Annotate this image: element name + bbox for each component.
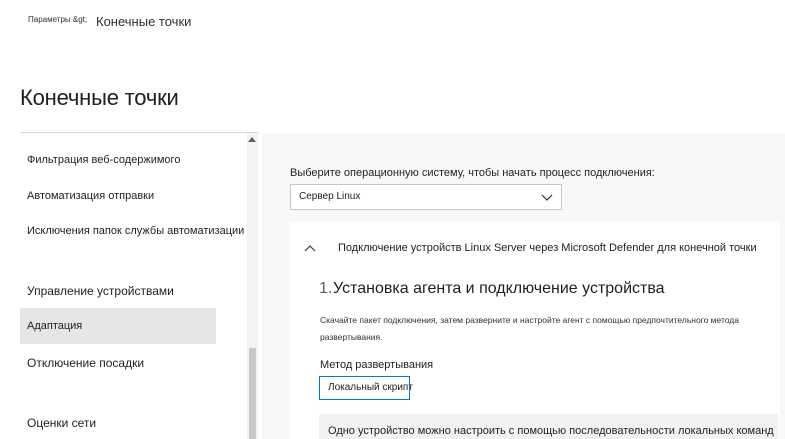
sidebar-nav: Фильтрация веб-содержимого Автоматизация… [20, 133, 258, 439]
step-number: 1. [319, 280, 333, 297]
page-title: Конечные точки [20, 85, 179, 110]
info-text: Одно устройство можно настроить с помощь… [328, 425, 774, 437]
breadcrumb-settings-link[interactable]: Параметры &gt; [28, 15, 87, 24]
sidebar-scrollbar[interactable] [247, 133, 258, 439]
sidebar-item-offboarding[interactable]: Отключение посадки [20, 356, 216, 370]
section-title[interactable]: Подключение устройств Linux Server через… [338, 242, 757, 254]
sidebar-item-web-filtering[interactable]: Фильтрация веб-содержимого [20, 153, 216, 167]
scrollbar-thumb[interactable] [249, 348, 256, 439]
sidebar-item-automation-exclusions[interactable]: Исключения папок службы автоматизации [20, 224, 244, 238]
os-select-value: Сервер Linux [299, 191, 361, 202]
step-title: Установка агента и подключение устройств… [333, 280, 665, 297]
sidebar-item-network-assessments[interactable]: Оценки сети [20, 416, 216, 430]
sidebar-item-device-management[interactable]: Управление устройствами [20, 284, 216, 298]
breadcrumb-current: Конечные точки [96, 14, 192, 29]
step-description: Скачайте пакет подключения, затем развер… [320, 315, 739, 342]
chevron-down-icon [541, 194, 553, 201]
os-select-dropdown[interactable]: Сервер Linux [290, 184, 562, 210]
deployment-method-label: Метод развертывания [320, 359, 434, 371]
sidebar-item-auto-submission[interactable]: Автоматизация отправки [20, 189, 216, 203]
page: Параметры &gt; Конечные точки Конечные т… [0, 0, 785, 439]
arrow-up-icon[interactable] [248, 137, 256, 142]
sidebar-item-onboarding[interactable]: Адаптация [20, 308, 216, 344]
os-select-label: Выберите операционную систему, чтобы нач… [290, 167, 655, 179]
chevron-up-icon[interactable] [304, 243, 316, 253]
deployment-method-dropdown[interactable]: Локальный скрипт [319, 376, 413, 400]
